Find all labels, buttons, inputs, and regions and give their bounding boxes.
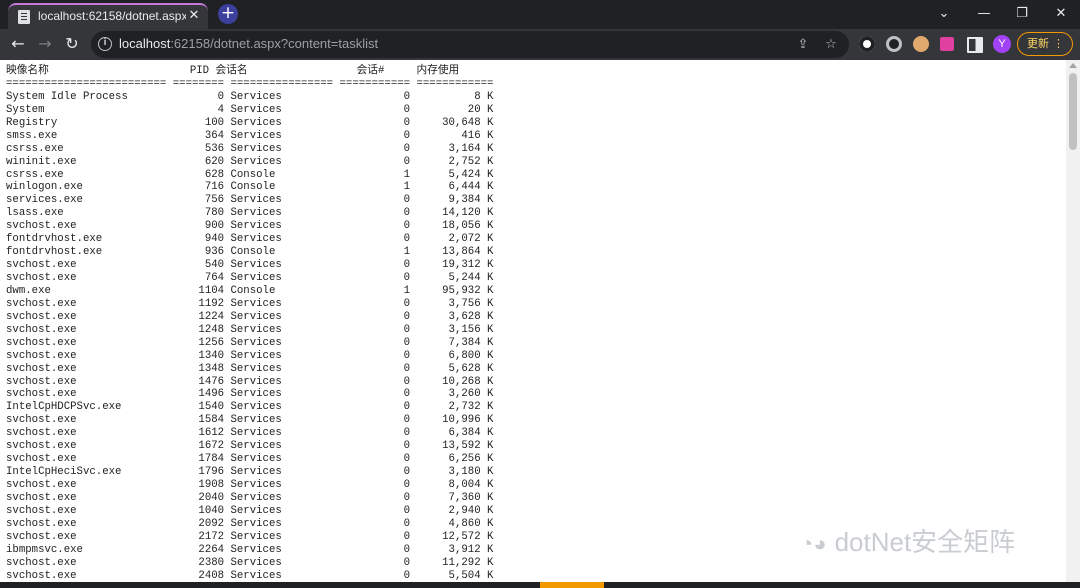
process-row: svchost.exe 1256 Services 0 7,384 K: [6, 336, 494, 349]
profile-avatar[interactable]: Y: [993, 35, 1011, 53]
process-row: svchost.exe 2040 Services 0 7,360 K: [6, 491, 494, 504]
process-row: wininit.exe 620 Services 0 2,752 K: [6, 155, 494, 168]
tab-close-icon[interactable]: ✕: [186, 8, 202, 24]
url-path: :62158/dotnet.aspx?content=tasklist: [170, 36, 379, 51]
scrollbar-thumb[interactable]: [1069, 73, 1077, 150]
process-row: svchost.exe 1612 Services 0 6,384 K: [6, 427, 494, 440]
process-row: svchost.exe 1340 Services 0 6,800 K: [6, 349, 494, 362]
scroll-up-arrow-icon[interactable]: [1069, 63, 1077, 68]
window-close-icon[interactable]: ✕: [1050, 4, 1072, 24]
back-arrow-icon[interactable]: ←: [6, 33, 30, 55]
tab-strip: localhost:62158/dotnet.aspx?c ✕ + ⌄ — ❐ …: [0, 0, 1080, 29]
process-row: System 4 Services 0 20 K: [6, 103, 494, 116]
process-row: svchost.exe 1908 Services 0 8,004 K: [6, 479, 494, 491]
restore-icon[interactable]: ❐: [1011, 4, 1033, 24]
process-row: svchost.exe 1672 Services 0 13,592 K: [6, 440, 494, 453]
cookie-extension-icon[interactable]: [913, 36, 929, 52]
extension-circle-icon[interactable]: [859, 36, 875, 52]
reload-icon[interactable]: ↻: [60, 33, 84, 55]
process-row: svchost.exe 764 Services 0 5,244 K: [6, 272, 494, 284]
process-row: svchost.exe 1584 Services 0 10,996 K: [6, 414, 494, 427]
process-row: svchost.exe 1248 Services 0 3,156 K: [6, 323, 494, 336]
extension-ring-icon[interactable]: [886, 36, 902, 52]
forward-arrow-icon[interactable]: →: [33, 33, 57, 55]
process-row: Registry 100 Services 0 30,648 K: [6, 116, 494, 129]
process-row: svchost.exe 1040 Services 0 2,940 K: [6, 504, 494, 517]
tasklist-header-session-num: 会话#: [311, 65, 385, 77]
process-row: IntelCpHDCPSvc.exe 1540 Services 0 2,732…: [6, 401, 494, 414]
process-row: IntelCpHeciSvc.exe 1796 Services 0 3,180…: [6, 466, 494, 479]
tasklist-header-session-name: 会话名: [209, 65, 312, 77]
vertical-scrollbar[interactable]: [1066, 60, 1080, 582]
process-row: svchost.exe 2408 Services 0 5,504 K: [6, 569, 494, 582]
process-row: System Idle Process 0 Services 0 8 K: [6, 90, 494, 103]
process-row: services.exe 756 Services 0 9,384 K: [6, 194, 494, 207]
watermark: ◔◕ dotNet安全矩阵: [800, 522, 1015, 559]
bookmark-star-icon[interactable]: ☆: [822, 36, 840, 54]
process-row: csrss.exe 536 Services 0 3,164 K: [6, 142, 494, 155]
tasklist-output: 映像名称 PID 会话名 会话# 内存使用 ==================…: [6, 65, 493, 582]
bottom-bar: [0, 582, 1080, 588]
page-content: 映像名称 PID 会话名 会话# 内存使用 ==================…: [0, 60, 1066, 582]
browser-tab[interactable]: localhost:62158/dotnet.aspx?c ✕: [8, 3, 208, 29]
process-row: svchost.exe 1784 Services 0 6,256 K: [6, 453, 494, 466]
process-row: ibmpmsvc.exe 2264 Services 0 3,912 K: [6, 543, 494, 556]
process-row: winlogon.exe 716 Console 1 6,444 K: [6, 181, 494, 194]
puzzle-extensions-icon[interactable]: [940, 37, 954, 51]
update-button[interactable]: 更新 ⋮: [1017, 32, 1073, 56]
tasklist-header-image-name: 映像名称: [6, 65, 158, 77]
page-favicon-icon: [18, 10, 30, 24]
process-row: svchost.exe 2092 Services 0 4,860 K: [6, 517, 494, 530]
process-row: svchost.exe 2380 Services 0 11,292 K: [6, 556, 494, 569]
process-row: svchost.exe 2172 Services 0 12,572 K: [6, 530, 494, 543]
site-info-icon[interactable]: i: [98, 37, 112, 51]
process-row: svchost.exe 1476 Services 0 10,268 K: [6, 375, 494, 388]
update-label: 更新: [1027, 37, 1049, 50]
process-row: svchost.exe 1192 Services 0 3,756 K: [6, 297, 494, 310]
tasklist-header-mem-usage: 内存使用: [384, 65, 460, 77]
bottom-accent: [540, 582, 604, 588]
browser-toolbar: ← → ↻ i localhost:62158/dotnet.aspx?cont…: [0, 29, 1080, 60]
address-bar[interactable]: i localhost:62158/dotnet.aspx?content=ta…: [91, 31, 849, 58]
share-icon[interactable]: ⇪: [794, 36, 812, 54]
tab-search-chevron-down-icon[interactable]: ⌄: [933, 4, 955, 24]
url-host: localhost: [119, 36, 171, 51]
tab-title: localhost:62158/dotnet.aspx?c: [38, 9, 186, 23]
menu-more-icon: ⋮: [1053, 37, 1064, 50]
process-row: svchost.exe 540 Services 0 19,312 K: [6, 259, 494, 272]
tasklist-separator: ========================= ======== =====…: [6, 77, 494, 90]
process-row: lsass.exe 780 Services 0 14,120 K: [6, 207, 494, 220]
minimize-icon[interactable]: —: [973, 4, 995, 24]
watermark-text: dotNet安全矩阵: [834, 527, 1016, 557]
process-row: fontdrvhost.exe 940 Services 0 2,072 K: [6, 233, 494, 246]
process-row: smss.exe 364 Services 0 416 K: [6, 129, 494, 142]
process-row: fontdrvhost.exe 936 Console 1 13,864 K: [6, 246, 494, 259]
process-row: dwm.exe 1104 Console 1 95,932 K: [6, 284, 494, 297]
process-row: svchost.exe 1224 Services 0 3,628 K: [6, 310, 494, 323]
tasklist-rows: System Idle Process 0 Services 0 8 K Sys…: [6, 91, 493, 582]
wechat-icon: ◔◕: [800, 531, 827, 556]
tasklist-header: 映像名称 PID 会话名 会话# 内存使用: [6, 65, 459, 77]
new-tab-button[interactable]: +: [218, 4, 238, 24]
process-row: svchost.exe 1348 Services 0 5,628 K: [6, 362, 494, 375]
url-text[interactable]: localhost:62158/dotnet.aspx?content=task…: [119, 36, 378, 51]
side-panel-icon[interactable]: [967, 37, 983, 53]
process-row: svchost.exe 1496 Services 0 3,260 K: [6, 388, 494, 401]
process-row: svchost.exe 900 Services 0 18,056 K: [6, 220, 494, 233]
tasklist-header-pid: PID: [157, 65, 210, 77]
process-row: csrss.exe 628 Console 1 5,424 K: [6, 168, 494, 181]
